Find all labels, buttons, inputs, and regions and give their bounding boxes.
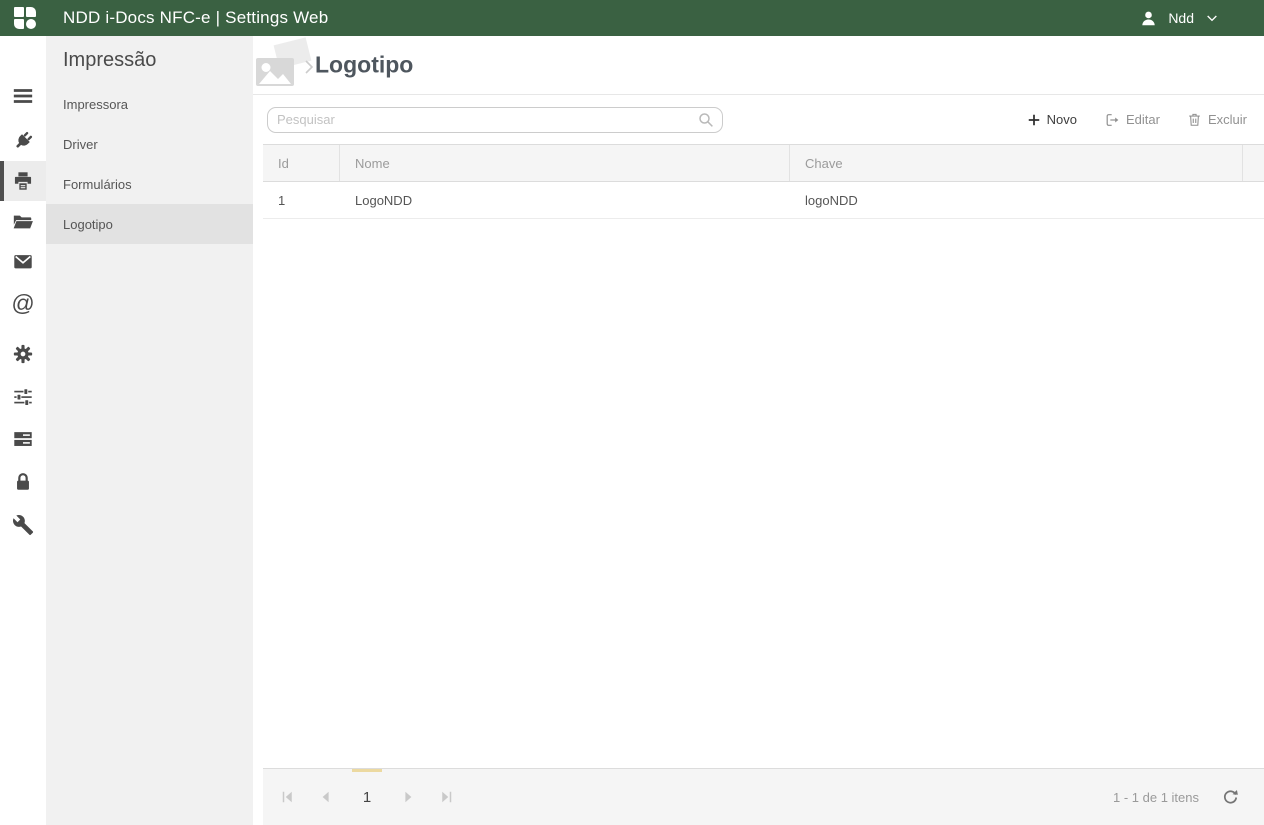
rail-item-files[interactable] — [0, 202, 46, 242]
grid-header: Id Nome Chave — [263, 145, 1264, 182]
breadcrumb-chevron-icon — [304, 60, 314, 79]
column-header-nome[interactable]: Nome — [340, 145, 790, 181]
next-page-icon — [399, 788, 417, 806]
sidebar-item-logotipo[interactable]: Logotipo — [46, 204, 253, 244]
last-page-icon — [437, 788, 455, 806]
new-button-label: Novo — [1047, 112, 1077, 127]
rail-item-printing[interactable] — [0, 161, 46, 201]
server-icon — [12, 428, 34, 450]
edit-icon — [1104, 112, 1120, 128]
rail-item-parameters[interactable] — [0, 377, 46, 417]
user-menu[interactable]: Ndd — [1139, 9, 1264, 28]
menu-toggle-button[interactable] — [0, 76, 46, 116]
current-page-button[interactable]: 1 — [352, 769, 382, 825]
next-page-button[interactable] — [396, 785, 420, 809]
delete-button-label: Excluir — [1208, 112, 1247, 127]
at-icon: @ — [11, 292, 34, 315]
printer-icon — [16, 170, 34, 192]
rail-item-tools[interactable] — [0, 505, 46, 545]
app-root: NDD i-Docs NFC-e | Settings Web Ndd — [0, 0, 1264, 825]
first-page-button[interactable] — [276, 785, 300, 809]
plug-icon — [12, 130, 34, 152]
user-icon — [1139, 9, 1158, 28]
column-header-filler — [1243, 145, 1264, 181]
page-title: Logotipo — [315, 52, 413, 79]
previous-page-button[interactable] — [314, 785, 338, 809]
pager-info: 1 - 1 de 1 itens — [1113, 790, 1199, 805]
user-name: Ndd — [1168, 10, 1194, 26]
icon-rail: @ — [0, 36, 46, 825]
data-grid: Id Nome Chave 1 LogoNDD logoNDD — [263, 144, 1264, 219]
current-page-number: 1 — [363, 789, 371, 806]
gear-icon — [12, 343, 34, 365]
main-content: Logotipo Novo — [253, 36, 1264, 825]
sidebar-heading: Impressão — [46, 36, 253, 84]
first-page-icon — [279, 788, 297, 806]
search-input[interactable] — [267, 107, 723, 133]
rail-item-email-settings[interactable]: @ — [0, 283, 46, 323]
folder-open-icon — [12, 211, 34, 233]
column-header-chave[interactable]: Chave — [790, 145, 1243, 181]
menu-icon — [12, 85, 34, 107]
chevron-down-icon — [1204, 10, 1220, 26]
delete-button[interactable]: Excluir — [1187, 112, 1247, 127]
search-box — [267, 107, 723, 133]
page-header: Logotipo — [253, 36, 1264, 95]
rail-item-mail[interactable] — [0, 242, 46, 282]
plus-icon — [1027, 113, 1041, 127]
previous-page-icon — [317, 788, 335, 806]
rail-item-security[interactable] — [0, 462, 46, 502]
wrench-icon — [12, 514, 34, 536]
sliders-icon — [12, 386, 34, 408]
app-title: NDD i-Docs NFC-e | Settings Web — [63, 8, 328, 28]
rail-item-services[interactable] — [0, 419, 46, 459]
refresh-button[interactable] — [1221, 788, 1240, 807]
cell-id: 1 — [263, 182, 340, 218]
last-page-button[interactable] — [434, 785, 458, 809]
new-button[interactable]: Novo — [1027, 112, 1077, 127]
submenu-sidebar: Impressão Impressora Driver Formulários … — [46, 36, 253, 825]
edit-button-label: Editar — [1126, 112, 1160, 127]
mail-icon — [12, 251, 34, 273]
sidebar-item-formularios[interactable]: Formulários — [46, 164, 253, 204]
cell-filler — [1243, 182, 1264, 218]
column-header-id[interactable]: Id — [263, 145, 340, 181]
edit-button[interactable]: Editar — [1104, 112, 1160, 128]
topbar: NDD i-Docs NFC-e | Settings Web Ndd — [0, 0, 1264, 36]
selected-page-indicator — [352, 769, 382, 772]
cell-chave: logoNDD — [790, 182, 1243, 218]
table-row[interactable]: 1 LogoNDD logoNDD — [263, 182, 1264, 219]
rail-item-connections[interactable] — [0, 121, 46, 161]
toolbar-actions: Novo Editar Excluir — [1027, 112, 1264, 128]
lock-icon — [12, 471, 34, 493]
cell-nome: LogoNDD — [340, 182, 790, 218]
pager-right: 1 - 1 de 1 itens — [1113, 788, 1264, 807]
sidebar-item-driver[interactable]: Driver — [46, 124, 253, 164]
search-icon — [697, 111, 715, 129]
rail-item-settings[interactable] — [0, 334, 46, 374]
app-logo-icon — [14, 7, 36, 29]
toolbar: Novo Editar Excluir — [253, 95, 1264, 144]
pager: 1 1 - 1 de 1 itens — [263, 768, 1264, 825]
sidebar-item-impressora[interactable]: Impressora — [46, 84, 253, 124]
trash-icon — [1187, 112, 1202, 127]
